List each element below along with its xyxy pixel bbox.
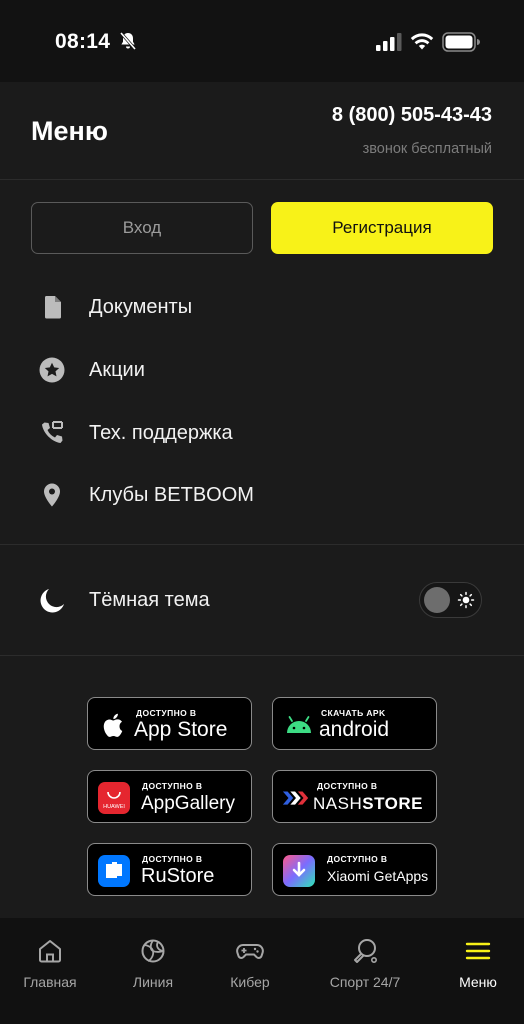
badge-caption: ДОСТУПНО В [317,781,378,791]
badge-title: NASHSTORE [313,794,423,814]
menu-item-support[interactable]: Тех. поддержка [0,405,524,461]
badge-caption: ДОСТУПНО В [142,854,203,864]
tab-sport-24-7[interactable]: Спорт 24/7 [315,918,415,1024]
huawei-logo-text: HUAWEI [103,804,125,810]
tab-line[interactable]: Линия [103,918,203,1024]
tab-label: Кибер [230,974,270,990]
ping-pong-icon [354,939,377,963]
toggle-knob [424,587,450,613]
location-pin-icon [44,483,60,507]
moon-icon [40,589,64,613]
menu-item-label: Акции [89,358,145,381]
nashstore-arrows-icon [282,791,309,805]
android-icon [287,716,311,733]
appgallery-badge[interactable]: HUAWEI ДОСТУПНО В AppGallery [87,770,252,823]
theme-label: Тёмная тема [89,589,210,611]
badge-caption: СКАЧАТЬ APK [321,708,386,718]
signal-icon [376,33,402,51]
gamepad-icon [236,944,264,959]
status-time: 08:14 [55,30,111,53]
badge-caption: ДОСТУПНО В [142,781,203,791]
android-apk-badge[interactable]: СКАЧАТЬ APK android [272,697,437,750]
login-button[interactable]: Вход [31,202,253,254]
app-store-badge[interactable]: ДОСТУПНО В App Store [87,697,252,750]
tab-home[interactable]: Главная [0,918,100,1024]
badge-caption: ДОСТУПНО В [327,854,388,864]
home-icon [39,940,61,963]
rustore-badge[interactable]: ДОСТУПНО В RuStore [87,843,252,896]
menu-header: Меню 8 (800) 505-43-43 звонок бесплатный [0,82,524,180]
apple-icon [103,713,123,737]
bottom-tab-bar: Главная Линия Кибер Спорт 24/7 Меню [0,918,524,1024]
menu-item-clubs[interactable]: Клубы BETBOOM [0,467,524,523]
theme-row: Тёмная тема [0,572,524,630]
badge-title-part: NASH [313,794,363,813]
badge-title: AppGallery [141,793,235,814]
register-button[interactable]: Регистрация [271,202,493,254]
wifi-icon [410,33,434,50]
bell-muted-icon [119,32,137,50]
hamburger-menu-icon [465,942,491,960]
sun-icon [457,591,475,609]
tab-label: Спорт 24/7 [329,974,401,990]
ball-icon [141,939,165,963]
theme-toggle[interactable] [419,582,482,618]
nashstore-badge[interactable]: ДОСТУПНО В NASHSTORE [272,770,437,823]
battery-icon [442,32,480,52]
rustore-icon [98,855,130,887]
badge-caption: ДОСТУПНО В [136,708,197,718]
support-phone-link[interactable]: 8 (800) 505-43-43 [332,104,492,127]
huawei-appgallery-icon: HUAWEI [98,782,130,814]
page-title: Меню [31,116,108,146]
status-bar: 08:14 [0,0,524,82]
phone-free-note: звонок бесплатный [362,141,492,157]
menu-item-label: Документы [89,295,193,318]
star-badge-icon [39,357,65,383]
badge-title: App Store [134,718,228,741]
menu-item-promotions[interactable]: Акции [0,342,524,398]
tab-menu[interactable]: Меню [428,918,524,1024]
menu-item-label: Клубы BETBOOM [89,483,254,506]
menu-item-label: Тех. поддержка [89,421,233,444]
badge-title: android [319,718,390,741]
xiaomi-getapps-badge[interactable]: ДОСТУПНО В Xiaomi GetApps [272,843,437,896]
divider [0,655,524,656]
badge-title: RuStore [141,865,215,887]
tab-cyber[interactable]: Кибер [200,918,300,1024]
document-icon [44,296,61,319]
divider [0,544,524,545]
tab-label: Главная [23,974,77,990]
xiaomi-getapps-icon [283,855,315,887]
badge-title: Xiaomi GetApps [327,868,429,884]
tab-label: Линия [132,974,174,990]
tab-label: Меню [459,974,497,990]
menu-item-documents[interactable]: Документы [0,279,524,335]
badge-title-part-bold: STORE [362,794,423,813]
phone-support-icon [42,421,63,443]
